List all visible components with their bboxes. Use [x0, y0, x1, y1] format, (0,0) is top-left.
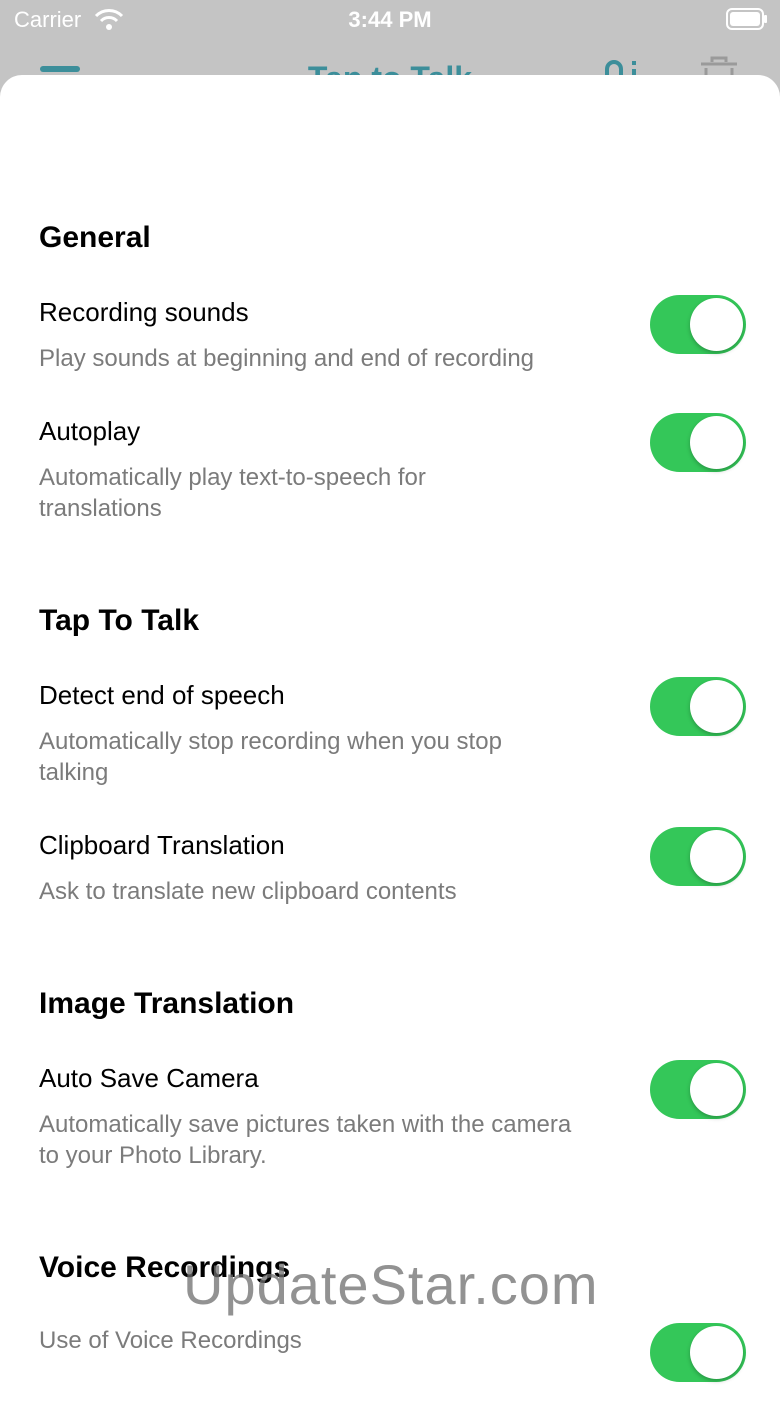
- section-header-general: General: [39, 221, 151, 254]
- status-time: 3:44 PM: [348, 7, 432, 32]
- clipboard-translation-toggle[interactable]: [650, 827, 746, 886]
- auto-save-camera-description: Automatically save pictures taken with t…: [39, 1111, 572, 1169]
- recording-sounds-description: Play sounds at beginning and end of reco…: [39, 345, 535, 372]
- autoplay-toggle[interactable]: [650, 413, 746, 472]
- autoplay-description: Automatically play text-to-speech for tr…: [39, 464, 426, 522]
- status-bar: Carrier 3:44 PM: [0, 0, 780, 40]
- auto-save-camera-toggle[interactable]: [650, 1060, 746, 1119]
- detect-end-of-speech-description: Automatically stop recording when you st…: [39, 728, 502, 786]
- use-of-voice-recordings-toggle[interactable]: [650, 1323, 746, 1382]
- detect-end-of-speech-toggle[interactable]: [650, 677, 746, 736]
- watermark: UpdateStar.com: [183, 1253, 599, 1316]
- auto-save-camera-label: Auto Save Camera: [39, 1063, 259, 1093]
- toggle-knob: [690, 680, 743, 733]
- battery-icon: [726, 8, 767, 30]
- section-header-image-translation: Image Translation: [39, 987, 295, 1020]
- autoplay-label: Autoplay: [39, 416, 141, 446]
- toggle-knob: [690, 298, 743, 351]
- toggle-knob: [690, 1063, 743, 1116]
- settings-sheet: General Recording sounds Play sounds at …: [0, 75, 780, 1415]
- clipboard-translation-label: Clipboard Translation: [39, 830, 285, 860]
- recording-sounds-toggle[interactable]: [650, 295, 746, 354]
- clipboard-translation-description: Ask to translate new clipboard contents: [39, 878, 457, 905]
- use-of-voice-recordings-label: Use of Voice Recordings: [39, 1327, 302, 1354]
- toggle-knob: [690, 416, 743, 469]
- recording-sounds-label: Recording sounds: [39, 297, 249, 327]
- section-header-tap-to-talk: Tap To Talk: [39, 604, 200, 637]
- toggle-knob: [690, 830, 743, 883]
- detect-end-of-speech-label: Detect end of speech: [39, 680, 285, 710]
- toggle-knob: [690, 1326, 743, 1379]
